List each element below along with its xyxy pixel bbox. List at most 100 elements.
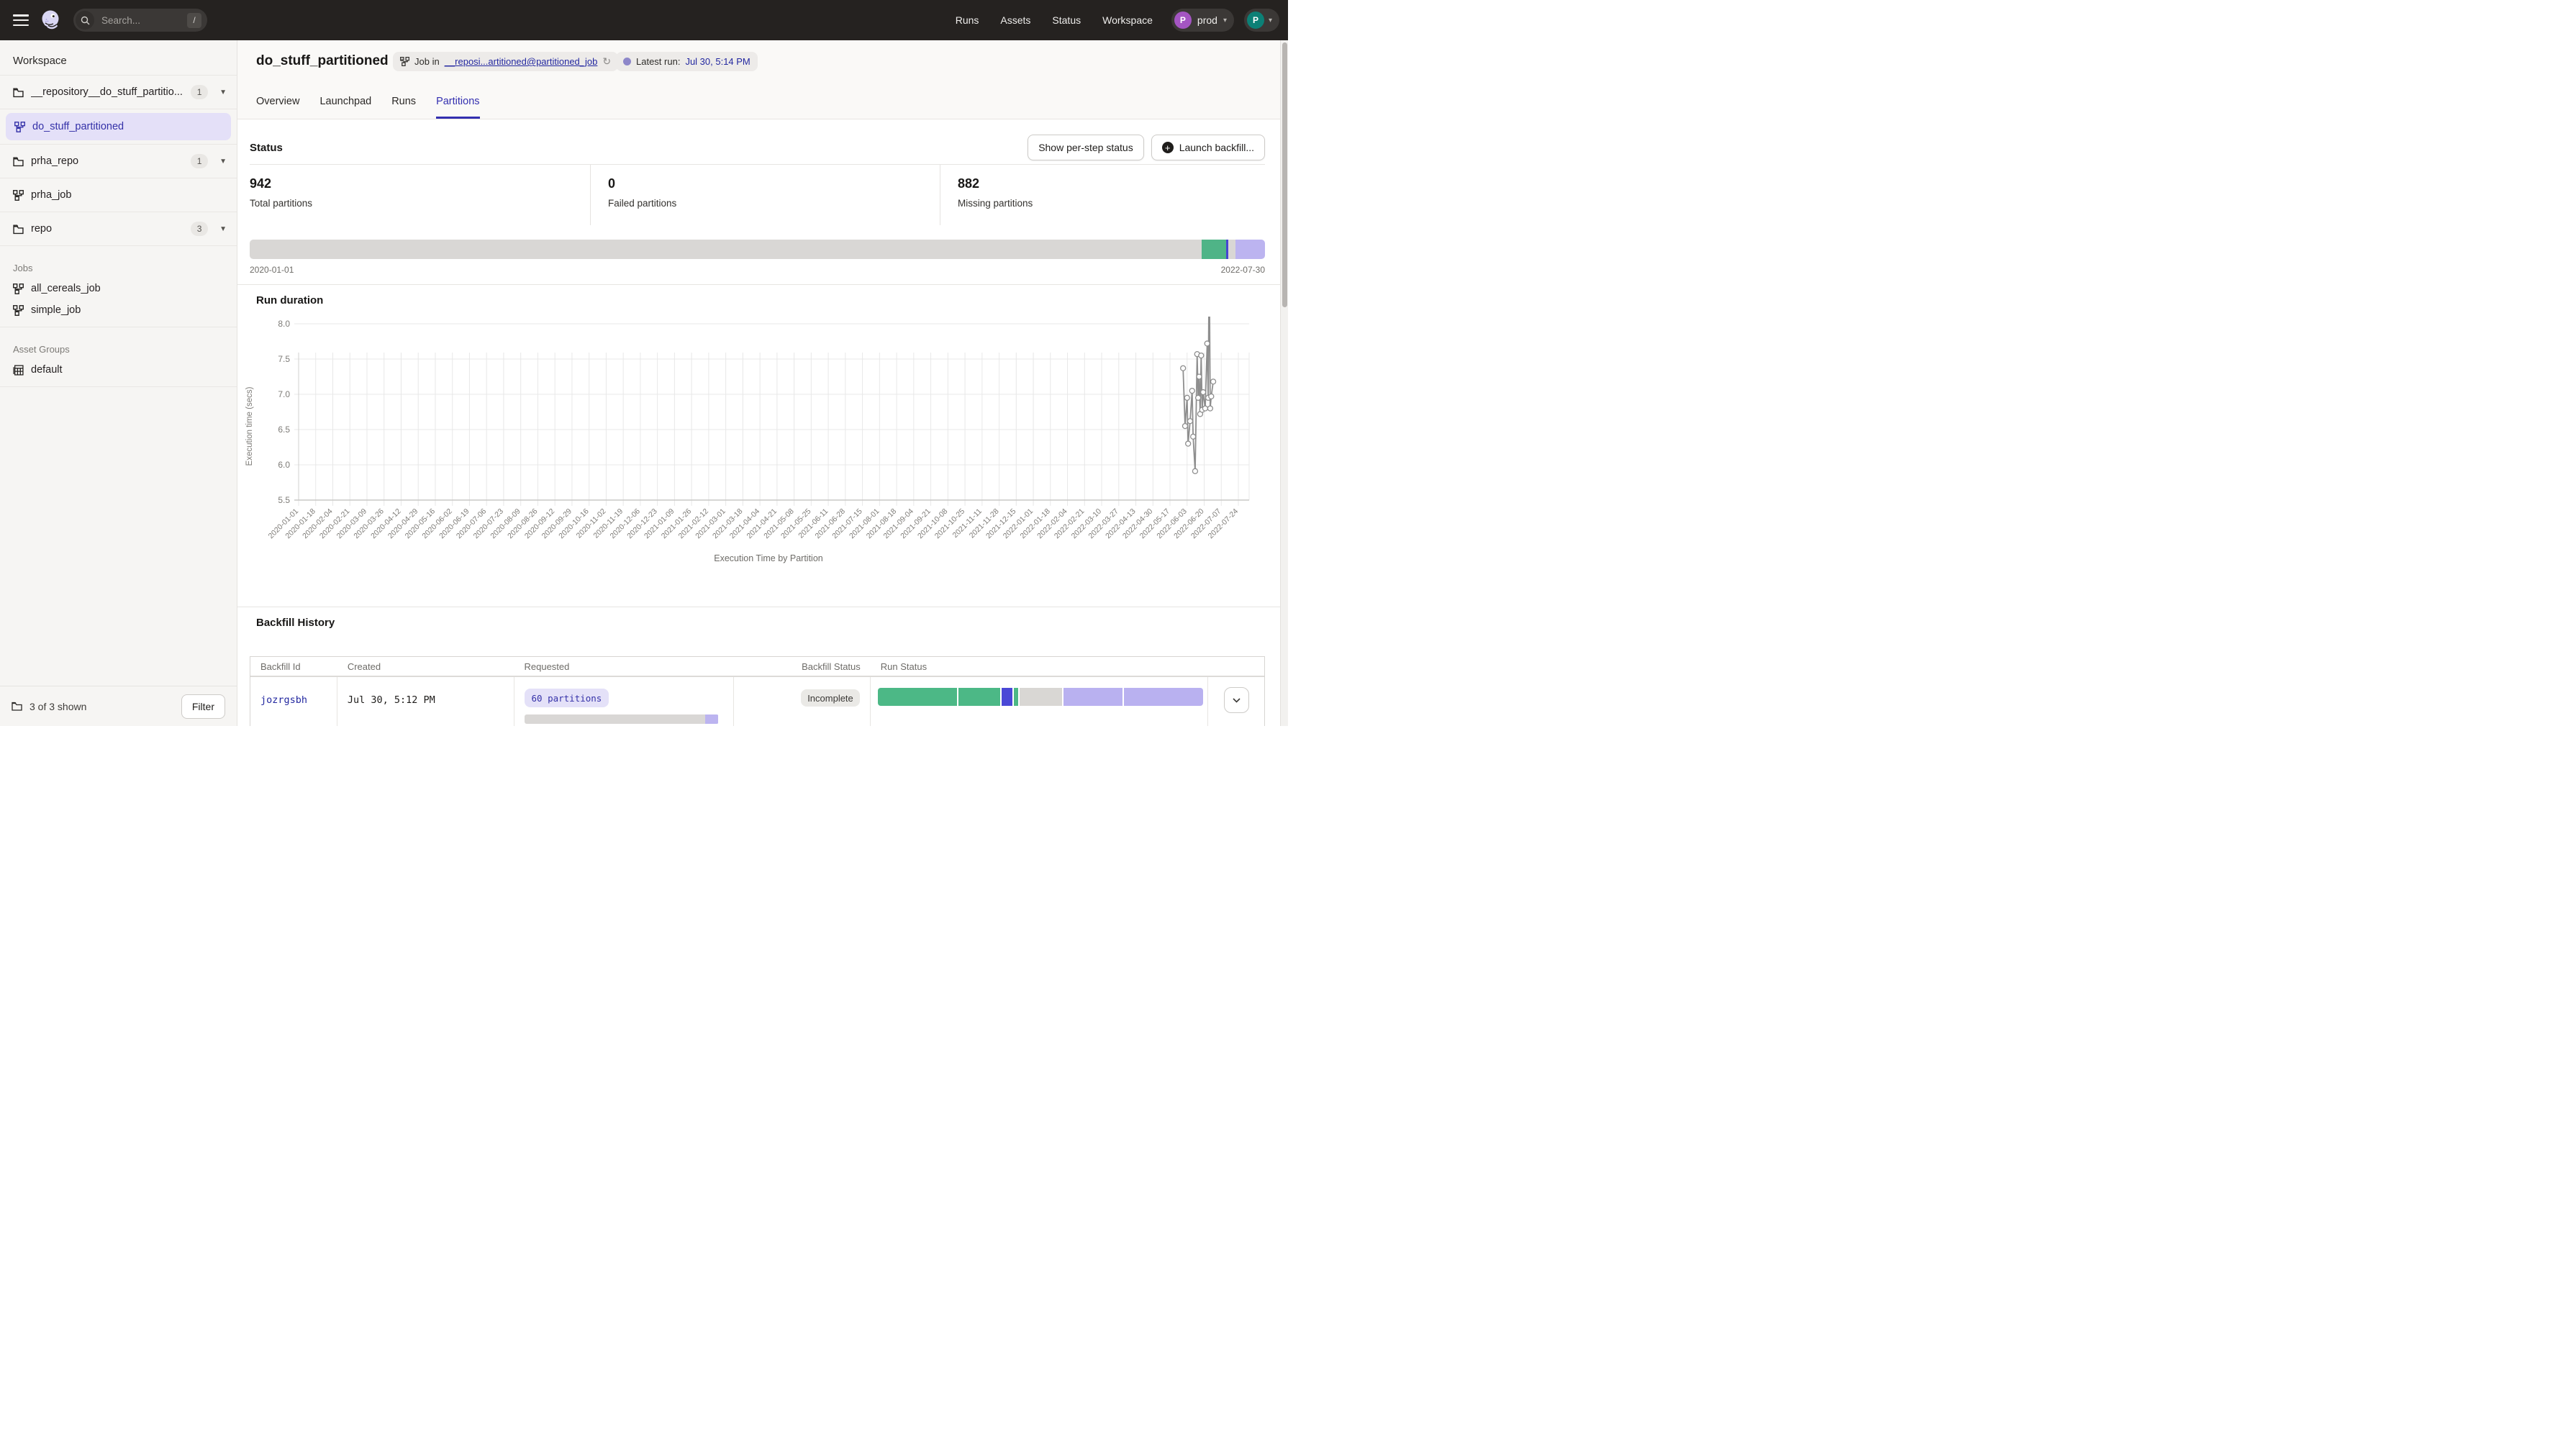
chevron-down-icon: ▾	[1269, 17, 1272, 24]
backfill-id-link[interactable]: jozrgsbh	[260, 694, 307, 706]
sidebar-item-repo[interactable]: repo3▼	[0, 212, 237, 246]
data-point[interactable]	[1189, 389, 1194, 394]
job-chip-link[interactable]: __reposi...artitioned@partitioned_job	[445, 56, 598, 67]
search-bar[interactable]: /	[73, 9, 207, 32]
bar-segment	[1235, 240, 1264, 259]
sidebar-item-simple_job[interactable]: simple_job	[0, 299, 237, 321]
data-point[interactable]	[1192, 468, 1197, 473]
tab-runs[interactable]: Runs	[391, 96, 416, 119]
folder-icon	[13, 224, 24, 235]
run-status-bar[interactable]	[878, 688, 1203, 706]
job-icon	[13, 305, 24, 316]
deployment-avatar: P	[1174, 12, 1192, 29]
data-point[interactable]	[1199, 353, 1204, 358]
search-input[interactable]	[100, 14, 175, 27]
bar-segment	[1002, 688, 1012, 706]
data-point[interactable]	[1181, 366, 1186, 371]
requested-partitions-chip[interactable]: 60 partitions	[525, 689, 609, 707]
tab-launchpad[interactable]: Launchpad	[319, 96, 371, 119]
data-point[interactable]	[1196, 395, 1201, 400]
sidebar-section-asset-groups: Asset Groups	[0, 327, 237, 359]
partition-bar-dates: 2020-01-01 2022-07-30	[250, 265, 1265, 275]
data-point[interactable]	[1201, 390, 1206, 395]
menu-icon[interactable]	[13, 14, 29, 26]
status-section-header: Status Show per-step status + Launch bac…	[250, 131, 1265, 164]
tab-overview[interactable]: Overview	[256, 96, 299, 119]
nav-status[interactable]: Status	[1052, 14, 1081, 26]
sidebar-item-label: do_stuff_partitioned	[32, 121, 124, 132]
chevron-down-icon[interactable]: ▼	[219, 225, 227, 233]
stat-value: 0	[608, 176, 940, 191]
search-icon	[76, 11, 94, 30]
nav-workspace[interactable]: Workspace	[1102, 14, 1153, 26]
user-menu[interactable]: P ▾	[1244, 9, 1279, 32]
sidebar-item-label: __repository__do_stuff_partitio...	[31, 86, 183, 98]
data-point[interactable]	[1184, 395, 1189, 400]
stat-label: Total partitions	[250, 198, 590, 209]
data-point[interactable]	[1197, 374, 1202, 379]
run-status-dot	[623, 58, 631, 65]
sidebar-item-prha_job[interactable]: prha_job	[0, 178, 237, 212]
data-point[interactable]	[1205, 341, 1210, 346]
folder-icon	[13, 156, 24, 167]
bar-segment	[1228, 240, 1235, 259]
latest-run-chip: Latest run: Jul 30, 5:14 PM	[616, 52, 758, 71]
show-per-step-status-button[interactable]: Show per-step status	[1028, 135, 1144, 160]
folder-icon	[13, 87, 24, 98]
bar-segment	[250, 240, 1202, 259]
folder-icon	[12, 702, 22, 711]
launch-backfill-button[interactable]: + Launch backfill...	[1151, 135, 1265, 160]
y-tick-label: 6.0	[278, 460, 290, 470]
nav-assets[interactable]: Assets	[1000, 14, 1030, 26]
backfill-status-badge: Incomplete	[801, 689, 860, 707]
chevron-down-icon[interactable]: ▼	[219, 158, 227, 165]
latest-run-link[interactable]: Jul 30, 5:14 PM	[685, 56, 750, 67]
bar-segment	[525, 714, 705, 724]
sidebar-footer: 3 of 3 shown Filter	[0, 686, 237, 726]
asset-group-icon	[13, 365, 24, 376]
expand-row-button[interactable]	[1224, 687, 1249, 713]
job-icon	[400, 57, 409, 66]
data-point[interactable]	[1202, 406, 1207, 411]
bar-segment	[705, 714, 719, 724]
scrollbar-thumb[interactable]	[1282, 42, 1287, 307]
column-header-created: Created	[337, 661, 514, 672]
y-tick-label: 8.0	[278, 319, 290, 329]
backfill-table-header: Backfill IdCreatedRequestedBackfill Stat…	[250, 657, 1264, 677]
data-point[interactable]	[1207, 406, 1212, 411]
y-tick-label: 6.5	[278, 425, 290, 435]
dagster-logo-icon[interactable]	[40, 9, 62, 31]
chevron-down-icon: ▾	[1223, 17, 1227, 24]
data-point[interactable]	[1187, 419, 1192, 424]
bar-segment	[1124, 688, 1203, 706]
sidebar-item-do_stuff_partitioned[interactable]: do_stuff_partitioned	[6, 113, 231, 140]
bar-segment	[1063, 688, 1122, 706]
sidebar-item-default[interactable]: default	[0, 359, 237, 381]
nav-runs[interactable]: Runs	[956, 14, 979, 26]
sidebar-item-label: repo	[31, 223, 183, 235]
sidebar-item-label: prha_job	[31, 189, 227, 201]
data-point[interactable]	[1211, 379, 1216, 384]
partition-status-bar[interactable]	[250, 240, 1265, 259]
sidebar-item-all_cereals_job[interactable]: all_cereals_job	[0, 278, 237, 299]
tab-partitions[interactable]: Partitions	[436, 96, 479, 119]
data-point[interactable]	[1186, 441, 1191, 446]
chevron-down-icon[interactable]: ▼	[219, 89, 227, 96]
data-point[interactable]	[1182, 424, 1187, 429]
job-icon	[13, 283, 24, 294]
duration-line	[1183, 317, 1213, 471]
refresh-icon[interactable]: ↻	[602, 55, 611, 68]
sidebar-item-prha_repo[interactable]: prha_repo1▼	[0, 145, 237, 178]
page-scrollbar[interactable]	[1280, 40, 1288, 726]
sidebar-item-__repository__do_stuff_partitio[interactable]: __repository__do_stuff_partitio...1▼	[0, 76, 237, 109]
deployment-switcher[interactable]: P prod ▾	[1171, 9, 1234, 32]
filter-button[interactable]: Filter	[181, 694, 225, 719]
partition-end-date: 2022-07-30	[1221, 265, 1265, 275]
topbar: / Runs Assets Status Workspace P prod ▾ P ▾	[0, 0, 1288, 40]
y-tick-label: 5.5	[278, 495, 290, 505]
data-point[interactable]	[1209, 394, 1214, 399]
data-point[interactable]	[1191, 434, 1196, 439]
run-duration-chart[interactable]: 9.59.08.58.07.57.06.56.05.52020-01-01202…	[237, 317, 1280, 576]
tab-bar: Overview Launchpad Runs Partitions	[256, 96, 480, 119]
run-duration-title: Run duration	[256, 294, 323, 307]
